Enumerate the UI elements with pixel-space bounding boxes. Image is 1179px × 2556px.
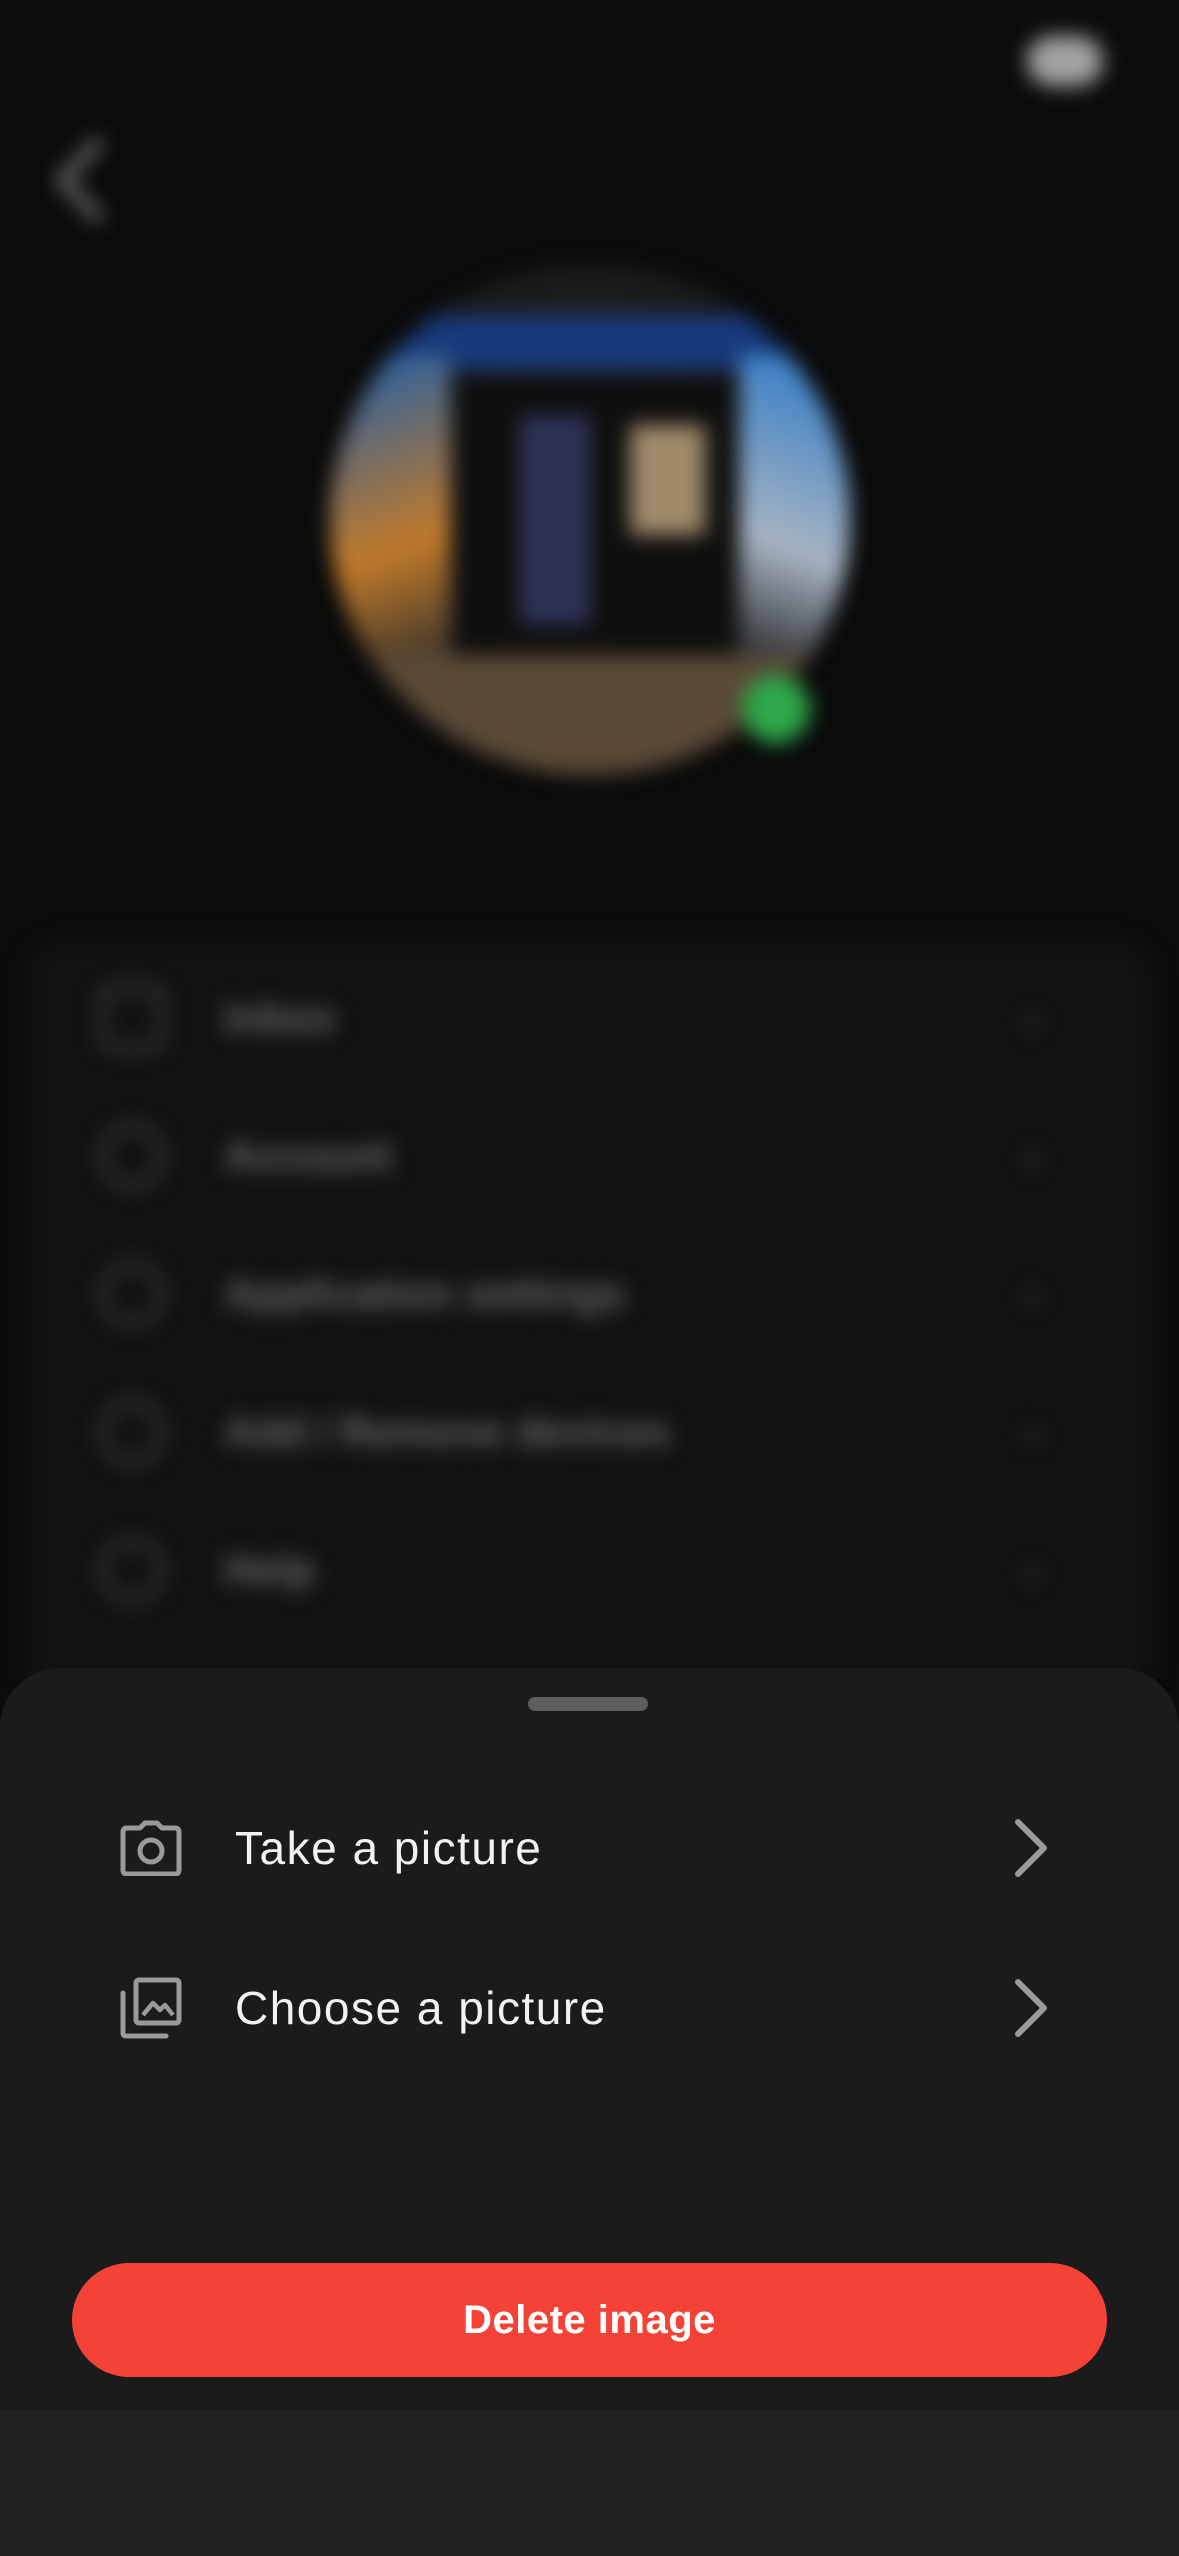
option-label: Choose a picture xyxy=(235,1982,607,2034)
menu-item-account[interactable]: Account › xyxy=(100,1116,1040,1196)
devices-icon xyxy=(100,1400,164,1464)
menu-item-help[interactable]: Help › xyxy=(100,1530,1040,1610)
chevron-right-icon: › xyxy=(1024,992,1040,1044)
chevron-right-icon: › xyxy=(1024,1544,1040,1596)
chevron-right-icon xyxy=(1000,1968,1060,2048)
menu-item-label: Add / Remove devices xyxy=(224,1408,670,1455)
chevron-right-icon xyxy=(1000,1808,1060,1888)
chevron-left-icon xyxy=(57,138,103,222)
menu-item-inbox[interactable]: Inbox › xyxy=(100,978,1040,1058)
camera-icon xyxy=(120,1805,206,1891)
online-status-badge xyxy=(742,675,810,743)
chevron-right-icon: › xyxy=(1024,1406,1040,1458)
photo-library-icon xyxy=(120,1965,206,2051)
menu-item-label: Inbox xyxy=(224,994,336,1041)
back-button[interactable] xyxy=(50,135,110,225)
sheet-drag-handle[interactable] xyxy=(528,1697,648,1711)
settings-icon xyxy=(100,1262,164,1326)
take-picture-option[interactable]: Take a picture xyxy=(120,1793,1060,1903)
sheet-footer-area xyxy=(0,2410,1179,2556)
menu-item-application-settings[interactable]: Application settings › xyxy=(100,1254,1040,1334)
menu-item-label: Help xyxy=(224,1546,316,1593)
chevron-right-icon: › xyxy=(1024,1268,1040,1320)
choose-picture-option[interactable]: Choose a picture xyxy=(120,1953,1060,2063)
inbox-icon xyxy=(100,986,164,1050)
menu-item-label: Account xyxy=(224,1132,392,1179)
help-icon xyxy=(100,1538,164,1602)
menu-item-label: Application settings xyxy=(224,1270,626,1317)
menu-item-devices[interactable]: Add / Remove devices › xyxy=(100,1392,1040,1472)
account-icon xyxy=(100,1124,164,1188)
status-indicator xyxy=(1027,36,1103,86)
chevron-right-icon: › xyxy=(1024,1130,1040,1182)
delete-image-button[interactable]: Delete image xyxy=(72,2263,1107,2377)
option-label: Take a picture xyxy=(235,1822,543,1874)
